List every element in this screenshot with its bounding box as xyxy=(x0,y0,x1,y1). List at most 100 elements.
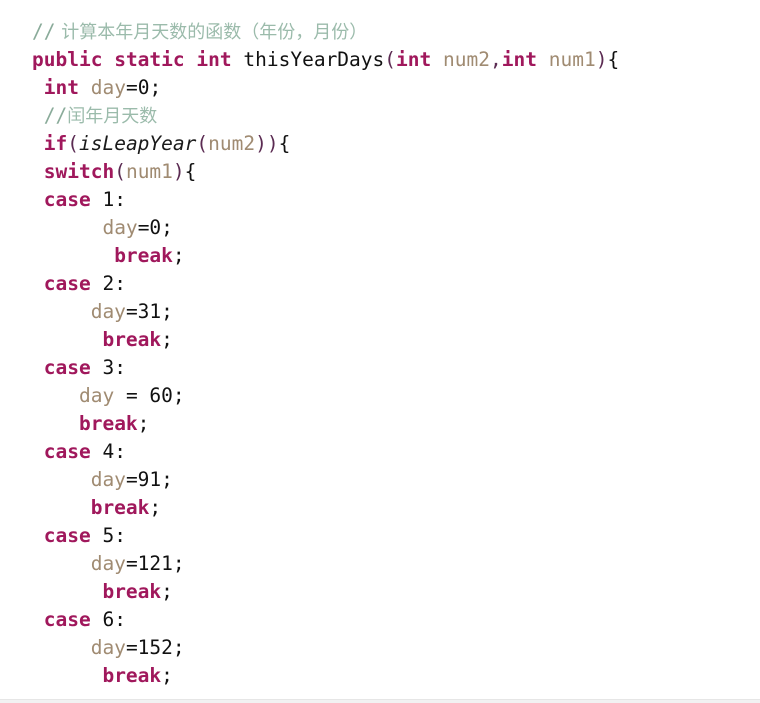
code-token-cmt-cn: 计算本年月天数的函数（年份，月份） xyxy=(55,22,368,43)
code-token-kw: case xyxy=(43,524,91,547)
code-token-plain: ; xyxy=(161,580,173,603)
code-token-num: 1 xyxy=(102,188,115,211)
code-token-ident: num1 xyxy=(548,48,596,71)
code-token-punct: ( xyxy=(67,132,79,155)
code-token-punct: ) xyxy=(595,48,608,71)
code-token-plain: thisYearDays xyxy=(243,48,385,71)
code-token-kw: break xyxy=(90,496,150,519)
code-line: case 4: xyxy=(0,438,760,466)
code-token-kw: case xyxy=(43,188,91,211)
code-token-cmt-cn: 闰年月天数 xyxy=(67,106,158,127)
code-token-plain: { xyxy=(184,160,197,183)
code-token-plain: : xyxy=(114,188,126,211)
code-line: day=31; xyxy=(0,298,760,326)
code-line: break; xyxy=(0,326,760,354)
code-token-plain: ; xyxy=(161,664,173,687)
code-token-punct: )) xyxy=(255,132,279,155)
code-token-kw: int xyxy=(196,48,232,71)
code-token-kw: break xyxy=(102,580,162,603)
code-token-cmt: // xyxy=(32,20,56,43)
code-token-plain: ; xyxy=(137,412,150,435)
code-token-num: 5 xyxy=(102,524,115,547)
code-token-plain: : xyxy=(114,356,126,379)
code-token-num: 6 xyxy=(102,608,115,631)
code-line: switch(num1){ xyxy=(0,158,760,186)
code-token-plain: { xyxy=(278,132,291,155)
code-line: case 3: xyxy=(0,354,760,382)
code-line: break; xyxy=(0,578,760,606)
code-token-plain: : xyxy=(114,608,126,631)
code-line: break; xyxy=(0,242,760,270)
code-token-kw: case xyxy=(43,440,91,463)
code-token-kw: break xyxy=(102,664,162,687)
code-token-kw: case xyxy=(43,608,91,631)
code-token-plain: ; xyxy=(149,496,162,519)
code-line: day=91; xyxy=(0,466,760,494)
code-line: case 2: xyxy=(0,270,760,298)
code-line: day = 60; xyxy=(0,382,760,410)
code-token-kw: static xyxy=(114,48,185,71)
code-token-ident: num2 xyxy=(443,48,490,71)
code-token-punct: ( xyxy=(384,48,397,71)
code-token-kw: case xyxy=(43,356,91,379)
code-line: if(isLeapYear(num2)){ xyxy=(0,130,760,158)
code-token-ident: day xyxy=(90,636,126,659)
code-token-cmt: // xyxy=(43,104,68,127)
code-line: break; xyxy=(0,410,760,438)
code-token-plain: : xyxy=(114,272,126,295)
code-snippet: // 计算本年月天数的函数（年份，月份） public static int th… xyxy=(0,0,760,699)
code-line: case 6: xyxy=(0,606,760,634)
code-token-num: 4 xyxy=(102,440,115,463)
code-token-kw: switch xyxy=(43,160,115,183)
code-line: public static int thisYearDays(int num2,… xyxy=(0,46,760,74)
code-token-kw: break xyxy=(114,244,173,267)
code-token-plain: ; xyxy=(172,244,185,267)
code-token-ident: day xyxy=(90,552,126,575)
code-token-punct: , xyxy=(489,48,502,71)
code-token-punct: ( xyxy=(114,160,126,183)
code-line: case 1: xyxy=(0,186,760,214)
code-token-ident: day xyxy=(102,216,138,239)
code-token-plain: =31; xyxy=(125,300,173,323)
code-token-num: 3 xyxy=(102,356,115,379)
code-token-ident: day xyxy=(78,384,115,407)
code-token-ident: num1 xyxy=(125,160,173,183)
code-token-ident: day xyxy=(90,300,126,323)
code-token-ident: day xyxy=(90,468,126,491)
code-token-kw: int xyxy=(501,48,537,71)
code-token-kw: if xyxy=(43,132,68,155)
code-token-punct: ) xyxy=(172,160,185,183)
code-token-num: 2 xyxy=(102,272,115,295)
code-token-punct: ( xyxy=(196,132,209,155)
code-token-plain: : xyxy=(114,440,126,463)
code-line: case 5: xyxy=(0,522,760,550)
code-token-ident: day xyxy=(90,76,126,99)
code-token-plain: =0; xyxy=(137,216,173,239)
code-token-method: isLeapYear xyxy=(78,132,197,155)
code-token-plain: ; xyxy=(161,328,173,351)
